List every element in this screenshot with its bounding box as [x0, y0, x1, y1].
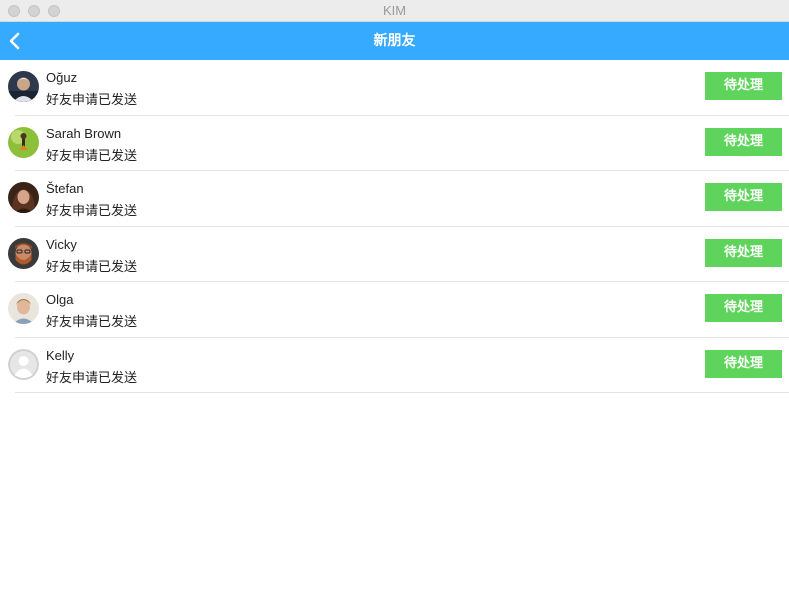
pending-button[interactable]: 待处理 [705, 238, 782, 267]
app-window: KIM 新朋友 Oğuz 好友申请已发送 待处理 Sarah Brown 好友申… [0, 0, 789, 613]
avatar [8, 71, 39, 102]
pending-button[interactable]: 待处理 [705, 183, 782, 211]
friend-name: Sarah Brown [46, 125, 122, 141]
avatar [8, 182, 39, 213]
list-item[interactable]: Kelly 好友申请已发送 待处理 [0, 338, 789, 394]
pending-button[interactable]: 待处理 [705, 127, 782, 156]
request-status: 好友申请已发送 [46, 315, 138, 330]
request-status: 好友申请已发送 [46, 93, 138, 108]
friend-request-list: Oğuz 好友申请已发送 待处理 Sarah Brown 好友申请已发送 待处理 [0, 60, 789, 393]
friend-name: Oğuz [46, 70, 78, 85]
navigation-bar: 新朋友 [0, 22, 789, 60]
window-titlebar: KIM [0, 0, 789, 22]
request-status: 好友申请已发送 [46, 148, 138, 164]
page-title: 新朋友 [373, 33, 416, 49]
avatar [8, 237, 39, 269]
list-item[interactable]: Olga 好友申请已发送 待处理 [0, 282, 789, 338]
request-status: 好友申请已发送 [46, 204, 138, 219]
list-item[interactable]: Oğuz 好友申请已发送 待处理 [0, 60, 789, 116]
list-item[interactable]: Štefan 好友申请已发送 待处理 [0, 171, 789, 227]
avatar [8, 126, 39, 158]
pending-button[interactable]: 待处理 [705, 72, 782, 100]
avatar [8, 293, 39, 324]
friend-name: Vicky [46, 236, 77, 252]
friend-name: Štefan [46, 181, 84, 196]
friend-name: Kelly [46, 347, 75, 363]
list-item[interactable]: Vicky 好友申请已发送 待处理 [0, 227, 789, 283]
pending-button[interactable]: 待处理 [705, 349, 782, 378]
default-person-icon [8, 348, 39, 380]
request-status: 好友申请已发送 [46, 259, 138, 275]
list-item[interactable]: Sarah Brown 好友申请已发送 待处理 [0, 116, 789, 172]
window-title: KIM [382, 3, 407, 18]
request-status: 好友申请已发送 [46, 370, 138, 386]
friend-name: Olga [46, 292, 74, 307]
pending-button[interactable]: 待处理 [705, 294, 782, 322]
